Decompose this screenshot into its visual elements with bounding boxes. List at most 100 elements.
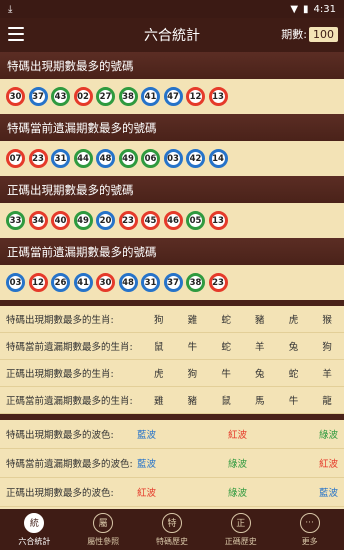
wave-cell: 綠波 xyxy=(318,430,338,441)
zodiac-cell: 豬 xyxy=(255,315,265,326)
zodiac-cell: 馬 xyxy=(255,396,265,407)
wifi-icon: ▼ xyxy=(290,3,299,15)
number-ball: 05 xyxy=(186,211,205,230)
nav-item[interactable]: 正正碼歷史 xyxy=(206,509,275,550)
number-ball: 33 xyxy=(6,211,25,230)
zodiac-cell: 鼠 xyxy=(153,342,164,353)
wave-row: 正碼出現期數最多的波色: 紅波 綠波 藍波 xyxy=(0,478,344,507)
zodiac-cell: 蛇 xyxy=(288,369,299,380)
zodiac-cell: 雞 xyxy=(153,396,164,407)
wave-cell: 藍波 xyxy=(137,459,157,470)
number-ball: 27 xyxy=(96,87,115,106)
status-right: ▼ ▮ 4:31 xyxy=(290,4,336,15)
zodiac-cell: 龍 xyxy=(322,396,332,407)
number-ball: 47 xyxy=(163,87,183,106)
number-ball: 30 xyxy=(96,273,115,292)
zodiac-cell: 狗 xyxy=(187,369,198,380)
nav-item[interactable]: 統六合統計 xyxy=(0,509,69,550)
zodiac-row: 特碼當前遺漏期數最多的生肖: 鼠 牛 蛇 羊 兔 狗 xyxy=(0,333,344,360)
number-ball: 07 xyxy=(6,149,25,168)
wave-row: 特碼出現期數最多的波色: 藍波 紅波 綠波 xyxy=(0,420,344,449)
number-ball: 37 xyxy=(163,273,183,292)
wave-cell: 紅波 xyxy=(227,430,247,441)
zodiac-cell: 蛇 xyxy=(221,342,231,353)
number-ball: 23 xyxy=(208,273,228,292)
number-ball: 30 xyxy=(6,87,25,106)
row-label: 特碼出現期數最多的生肖: xyxy=(6,315,114,326)
number-ball: 48 xyxy=(96,149,115,168)
number-ball: 20 xyxy=(96,211,115,230)
balls-row: 07 23 31 44 48 49 06 03 42 14 xyxy=(0,141,344,176)
zodiac-cell: 鼠 xyxy=(221,396,231,407)
number-ball: 45 xyxy=(141,211,160,230)
nav-icon: 統 xyxy=(24,512,45,533)
zodiac-cell: 雞 xyxy=(187,315,198,326)
nav-item[interactable]: 屬屬性參照 xyxy=(69,509,138,550)
number-ball: 31 xyxy=(141,273,160,292)
zodiac-cell: 羊 xyxy=(322,369,332,380)
number-ball: 06 xyxy=(141,149,160,168)
wave-row: 特碼當前遺漏期數最多的波色: 藍波 綠波 紅波 xyxy=(0,449,344,478)
zodiac-cell: 狗 xyxy=(322,342,332,353)
zodiac-cell: 牛 xyxy=(187,342,198,353)
zodiac-cell: 猴 xyxy=(322,315,332,326)
nav-item[interactable]: 特特碼歷史 xyxy=(138,509,207,550)
row-label: 特碼出現期數最多的波色: xyxy=(6,430,114,441)
zodiac-row: 正碼出現期數最多的生肖: 虎 狗 牛 兔 蛇 羊 xyxy=(0,360,344,387)
nav-label: 更多 xyxy=(301,536,318,546)
number-ball: 49 xyxy=(118,149,138,168)
nav-icon: 特 xyxy=(161,512,182,533)
number-ball: 38 xyxy=(118,87,138,106)
section-title: 特碼當前遺漏期數最多的號碼 xyxy=(0,114,344,141)
wave-table: 特碼出現期數最多的波色: 藍波 紅波 綠波 特碼當前遺漏期數最多的波色: 藍波 綠波 紅波 正碼… xyxy=(0,420,344,507)
number-ball: 41 xyxy=(73,273,93,292)
number-ball: 43 xyxy=(51,87,70,106)
zodiac-cell: 羊 xyxy=(255,342,265,353)
number-ball: 40 xyxy=(51,211,70,230)
zodiac-table: 特碼出現期數最多的生肖: 狗雞蛇豬虎猴特碼當前遺漏期數最多的生肖: 鼠牛蛇羊兔狗正碼… xyxy=(0,306,344,414)
row-label: 特碼當前遺漏期數最多的生肖: xyxy=(6,342,133,353)
header: 六合統計 期數: 100 xyxy=(0,18,344,52)
row-label: 正碼出現期數最多的波色: xyxy=(6,488,114,499)
number-ball: 44 xyxy=(73,149,93,168)
battery-icon: ▮ xyxy=(303,3,309,15)
balls-row: 03 12 26 41 30 48 31 37 38 23 xyxy=(0,265,344,300)
wave-cell: 紅波 xyxy=(137,488,157,499)
nav-label: 特碼歷史 xyxy=(155,536,188,546)
wave-cell: 藍波 xyxy=(318,488,338,499)
zodiac-cell: 兔 xyxy=(288,342,299,353)
period-value[interactable]: 100 xyxy=(309,26,338,42)
number-ball: 12 xyxy=(186,87,205,106)
page-title: 六合統計 xyxy=(144,28,200,44)
download-icon: ⤓ xyxy=(8,3,13,15)
number-ball: 03 xyxy=(6,273,25,292)
nav-item[interactable]: ··· 更多 xyxy=(275,509,344,550)
number-ball: 26 xyxy=(51,273,70,292)
number-ball: 03 xyxy=(163,149,183,168)
nav-icon: 正 xyxy=(230,512,251,533)
period-selector[interactable]: 期數: 100 xyxy=(281,26,338,42)
zodiac-cell: 虎 xyxy=(288,315,299,326)
section-title: 正碼出現期數最多的號碼 xyxy=(0,176,344,203)
number-ball: 49 xyxy=(73,211,93,230)
number-ball: 13 xyxy=(208,211,228,230)
number-ball: 02 xyxy=(73,87,93,106)
row-label: 正碼出現期數最多的生肖: xyxy=(6,369,114,380)
number-ball: 41 xyxy=(141,87,160,106)
zodiac-cell: 牛 xyxy=(221,369,231,380)
nav-icon: ··· xyxy=(299,512,320,533)
section-title: 正碼當前遺漏期數最多的號碼 xyxy=(0,238,344,265)
wave-cell: 綠波 xyxy=(227,488,247,499)
zodiac-row: 正碼當前遺漏期數最多的生肖: 雞 豬 鼠 馬 牛 龍 xyxy=(0,387,344,414)
number-ball: 23 xyxy=(28,149,48,168)
number-ball: 13 xyxy=(208,87,228,106)
nav-label: 六合統計 xyxy=(18,536,51,546)
zodiac-row: 特碼出現期數最多的生肖: 狗 雞 蛇 豬 虎 猴 xyxy=(0,306,344,333)
main-content: 特碼出現期數最多的號碼 30 37 43 02 27 38 41 47 12 13 特碼當前遺漏期數最… xyxy=(0,52,344,507)
number-ball: 38 xyxy=(186,273,205,292)
zodiac-cell: 狗 xyxy=(153,315,164,326)
balls-row: 30 37 43 02 27 38 41 47 12 13 xyxy=(0,79,344,114)
number-ball: 34 xyxy=(28,211,48,230)
row-label: 特碼當前遺漏期數最多的波色: xyxy=(6,459,133,470)
menu-icon[interactable] xyxy=(8,27,24,41)
